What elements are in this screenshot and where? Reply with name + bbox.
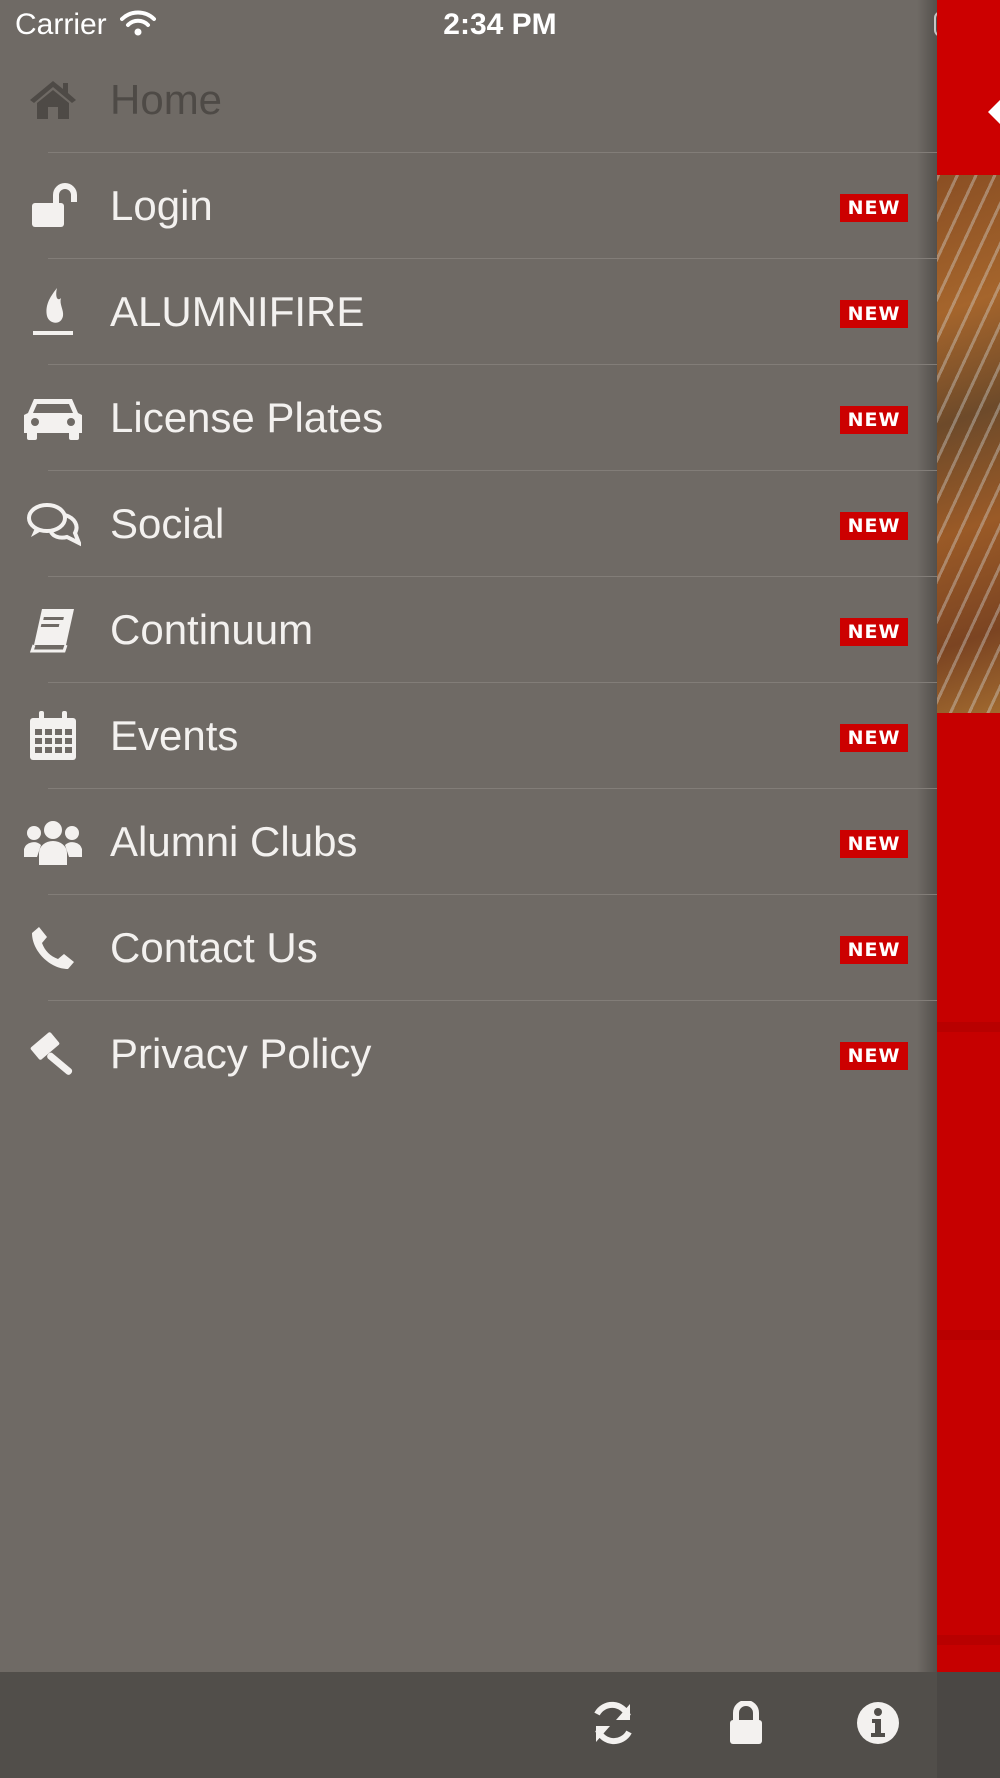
main-content-peek[interactable] bbox=[937, 0, 1000, 1778]
menu-item-label: Social bbox=[110, 500, 225, 547]
main-header bbox=[937, 0, 1000, 175]
new-badge: NEW bbox=[840, 830, 908, 858]
divider bbox=[937, 1022, 1000, 1032]
menu-item-label: Home bbox=[110, 76, 223, 123]
new-badge: NEW bbox=[840, 194, 908, 222]
back-arrow-icon[interactable] bbox=[988, 100, 1000, 124]
menu-item-alumnifire[interactable]: ALUMNIFIRE NEW bbox=[0, 259, 937, 365]
new-badge: NEW bbox=[840, 300, 908, 328]
home-icon bbox=[22, 72, 84, 128]
menu-item-label: Login bbox=[110, 182, 213, 229]
menu-item-social[interactable]: Social NEW bbox=[0, 471, 937, 577]
calendar-icon bbox=[22, 708, 84, 764]
info-button[interactable] bbox=[853, 1700, 903, 1750]
phone-icon bbox=[22, 920, 84, 976]
menu-item-home[interactable]: Home bbox=[0, 47, 937, 153]
menu-item-label: Events bbox=[110, 712, 239, 759]
side-menu: Home Login NEW ALUMNIFIRE NEW License Pl… bbox=[0, 47, 937, 1107]
info-icon bbox=[856, 1701, 900, 1750]
new-badge: NEW bbox=[840, 512, 908, 540]
menu-item-label: ALUMNIFIRE bbox=[110, 288, 365, 335]
menu-item-continuum[interactable]: Continuum NEW bbox=[0, 577, 937, 683]
status-bar: Carrier 2:34 PM bbox=[0, 0, 1000, 50]
refresh-icon bbox=[590, 1700, 636, 1751]
lock-icon bbox=[727, 1699, 765, 1750]
menu-item-label: Continuum bbox=[110, 606, 314, 653]
menu-item-alumni-clubs[interactable]: Alumni Clubs NEW bbox=[0, 789, 937, 895]
flame-icon bbox=[22, 284, 84, 340]
new-badge: NEW bbox=[840, 618, 908, 646]
users-icon bbox=[22, 814, 84, 870]
menu-item-label: License Plates bbox=[110, 394, 384, 441]
menu-item-contact-us[interactable]: Contact Us NEW bbox=[0, 895, 937, 1001]
gavel-icon bbox=[22, 1026, 84, 1082]
lock-button[interactable] bbox=[721, 1699, 771, 1750]
new-badge: NEW bbox=[840, 406, 908, 434]
menu-item-login[interactable]: Login NEW bbox=[0, 153, 937, 259]
car-icon bbox=[22, 390, 84, 446]
new-badge: NEW bbox=[840, 724, 908, 752]
chat-bubbles-icon bbox=[22, 496, 84, 552]
unlock-icon bbox=[22, 178, 84, 234]
menu-item-label: Contact Us bbox=[110, 924, 318, 971]
hero-image bbox=[937, 175, 1000, 713]
main-bottom-bar bbox=[937, 1672, 1000, 1778]
book-icon bbox=[22, 602, 84, 658]
menu-item-label: Privacy Policy bbox=[110, 1030, 372, 1077]
menu-item-license-plates[interactable]: License Plates NEW bbox=[0, 365, 937, 471]
menu-item-label: Alumni Clubs bbox=[110, 818, 358, 865]
new-badge: NEW bbox=[840, 936, 908, 964]
status-time: 2:34 PM bbox=[443, 8, 557, 41]
divider bbox=[937, 1330, 1000, 1340]
menu-item-privacy-policy[interactable]: Privacy Policy NEW bbox=[0, 1001, 937, 1107]
divider bbox=[937, 1635, 1000, 1645]
new-badge: NEW bbox=[840, 1042, 908, 1070]
menu-item-events[interactable]: Events NEW bbox=[0, 683, 937, 789]
refresh-button[interactable] bbox=[588, 1700, 638, 1750]
bottom-toolbar bbox=[0, 1672, 937, 1778]
